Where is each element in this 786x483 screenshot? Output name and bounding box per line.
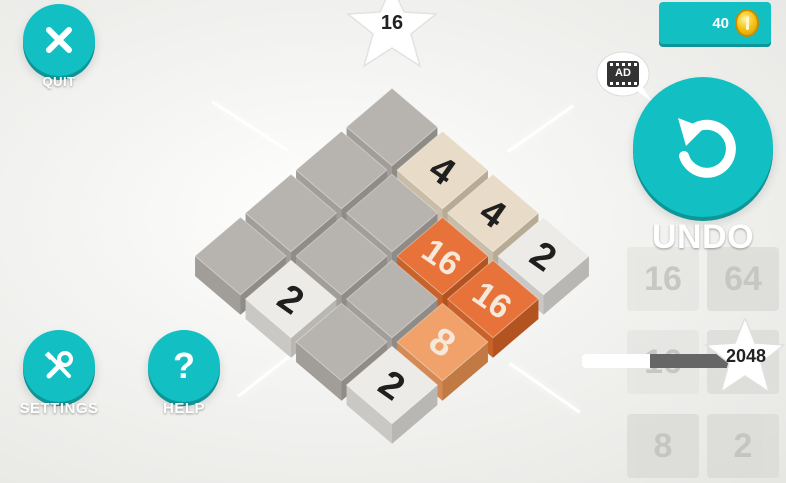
tile-side [392,213,438,272]
quit-button[interactable] [23,4,95,76]
tile-top [396,302,489,382]
board-tile-16: 16 [446,259,540,358]
tile-side [442,342,488,401]
tile-top [446,173,540,253]
tile-top [244,173,338,253]
tile-side [245,299,291,358]
ad-label: AD [615,67,631,79]
tile-top [194,216,287,296]
question-icon: ? [173,345,195,386]
tile-top [396,130,489,210]
light-streak [237,349,299,398]
help-label: HELP [162,400,205,417]
tile-side [493,299,539,358]
quit-label: QUIT [42,74,76,89]
undo-icon [678,118,736,178]
tile-side [346,213,392,272]
tile-top [446,259,540,339]
tile-side [296,256,342,315]
tile-value: 16 [465,274,518,327]
board-tile-4: 4 [396,130,489,229]
board-tile-2: 2 [497,216,590,315]
coins-panel[interactable]: 40 [659,2,771,44]
tools-icon [44,351,73,379]
tile-top [345,259,439,339]
undo-button[interactable] [633,77,773,217]
tile-side [392,385,438,444]
settings-label: SETTINGS [19,400,99,417]
help-button[interactable]: ? [148,330,220,402]
tile-top [244,259,338,339]
tile-side [498,256,544,315]
tile-side [543,256,589,315]
coins-value: 40 [712,14,729,32]
board-tile-empty [345,259,439,358]
ad-badge[interactable]: AD [596,50,652,102]
tile-side [442,170,488,229]
light-streak [509,362,581,414]
board-tile-4: 4 [446,173,540,272]
tile-side [346,299,392,358]
tile-side [346,127,392,186]
tile-top [345,173,439,253]
tile-side [195,256,241,315]
board-tile-empty [194,216,287,315]
tile-side [397,256,443,315]
board-tile-2: 2 [345,345,439,444]
tile-side [240,256,286,315]
tile-top [497,216,590,296]
tile-side [291,299,337,358]
tile-side [296,342,342,401]
settings-button[interactable] [23,330,95,402]
tile-side [341,342,387,401]
board-tile-8: 8 [396,302,489,401]
tile-value: 8 [421,320,462,367]
tile-side [447,299,493,358]
tile-value: 16 [415,231,468,284]
board-tile-empty [345,87,439,186]
tile-side [493,213,539,272]
tile-value: 2 [522,234,563,281]
goal-target: 2048 [725,346,767,366]
tile-side [245,213,291,272]
tile-side [296,170,342,229]
tile-top [396,216,489,296]
coin-icon [735,9,759,37]
close-icon [46,27,72,53]
tile-value: 2 [270,277,311,324]
tile-top [295,302,388,382]
board-tile-empty [295,130,388,229]
board-tile-16: 16 [396,216,489,315]
tile-top [295,130,388,210]
board-tile-2: 2 [244,259,338,358]
light-streak [211,100,289,152]
light-streak [507,104,575,153]
undo-label: UNDO [651,218,755,256]
tile-top [345,87,439,167]
score-value: 16 [380,12,404,34]
tile-side [442,256,488,315]
tile-top [345,345,439,425]
tile-side [346,385,392,444]
tile-value: 4 [421,148,462,195]
background-tile: 8 [627,414,699,478]
board-tile-empty [295,216,388,315]
board-tile-empty [244,173,338,272]
goal-progress-fill [582,354,650,368]
tile-side [341,256,387,315]
tile-top [295,216,388,296]
tile-value: 4 [472,191,513,238]
tile-side [447,213,493,272]
tile-side [392,299,438,358]
tile-side [392,127,438,186]
tile-side [291,213,337,272]
board-tile-empty [345,173,439,272]
board-tile-empty [295,302,388,401]
score-star-icon [346,0,438,68]
background-tile: 2 [707,414,779,478]
tile-side [397,170,443,229]
tile-side [341,170,387,229]
tile-side [397,342,443,401]
tile-value: 2 [371,363,412,410]
